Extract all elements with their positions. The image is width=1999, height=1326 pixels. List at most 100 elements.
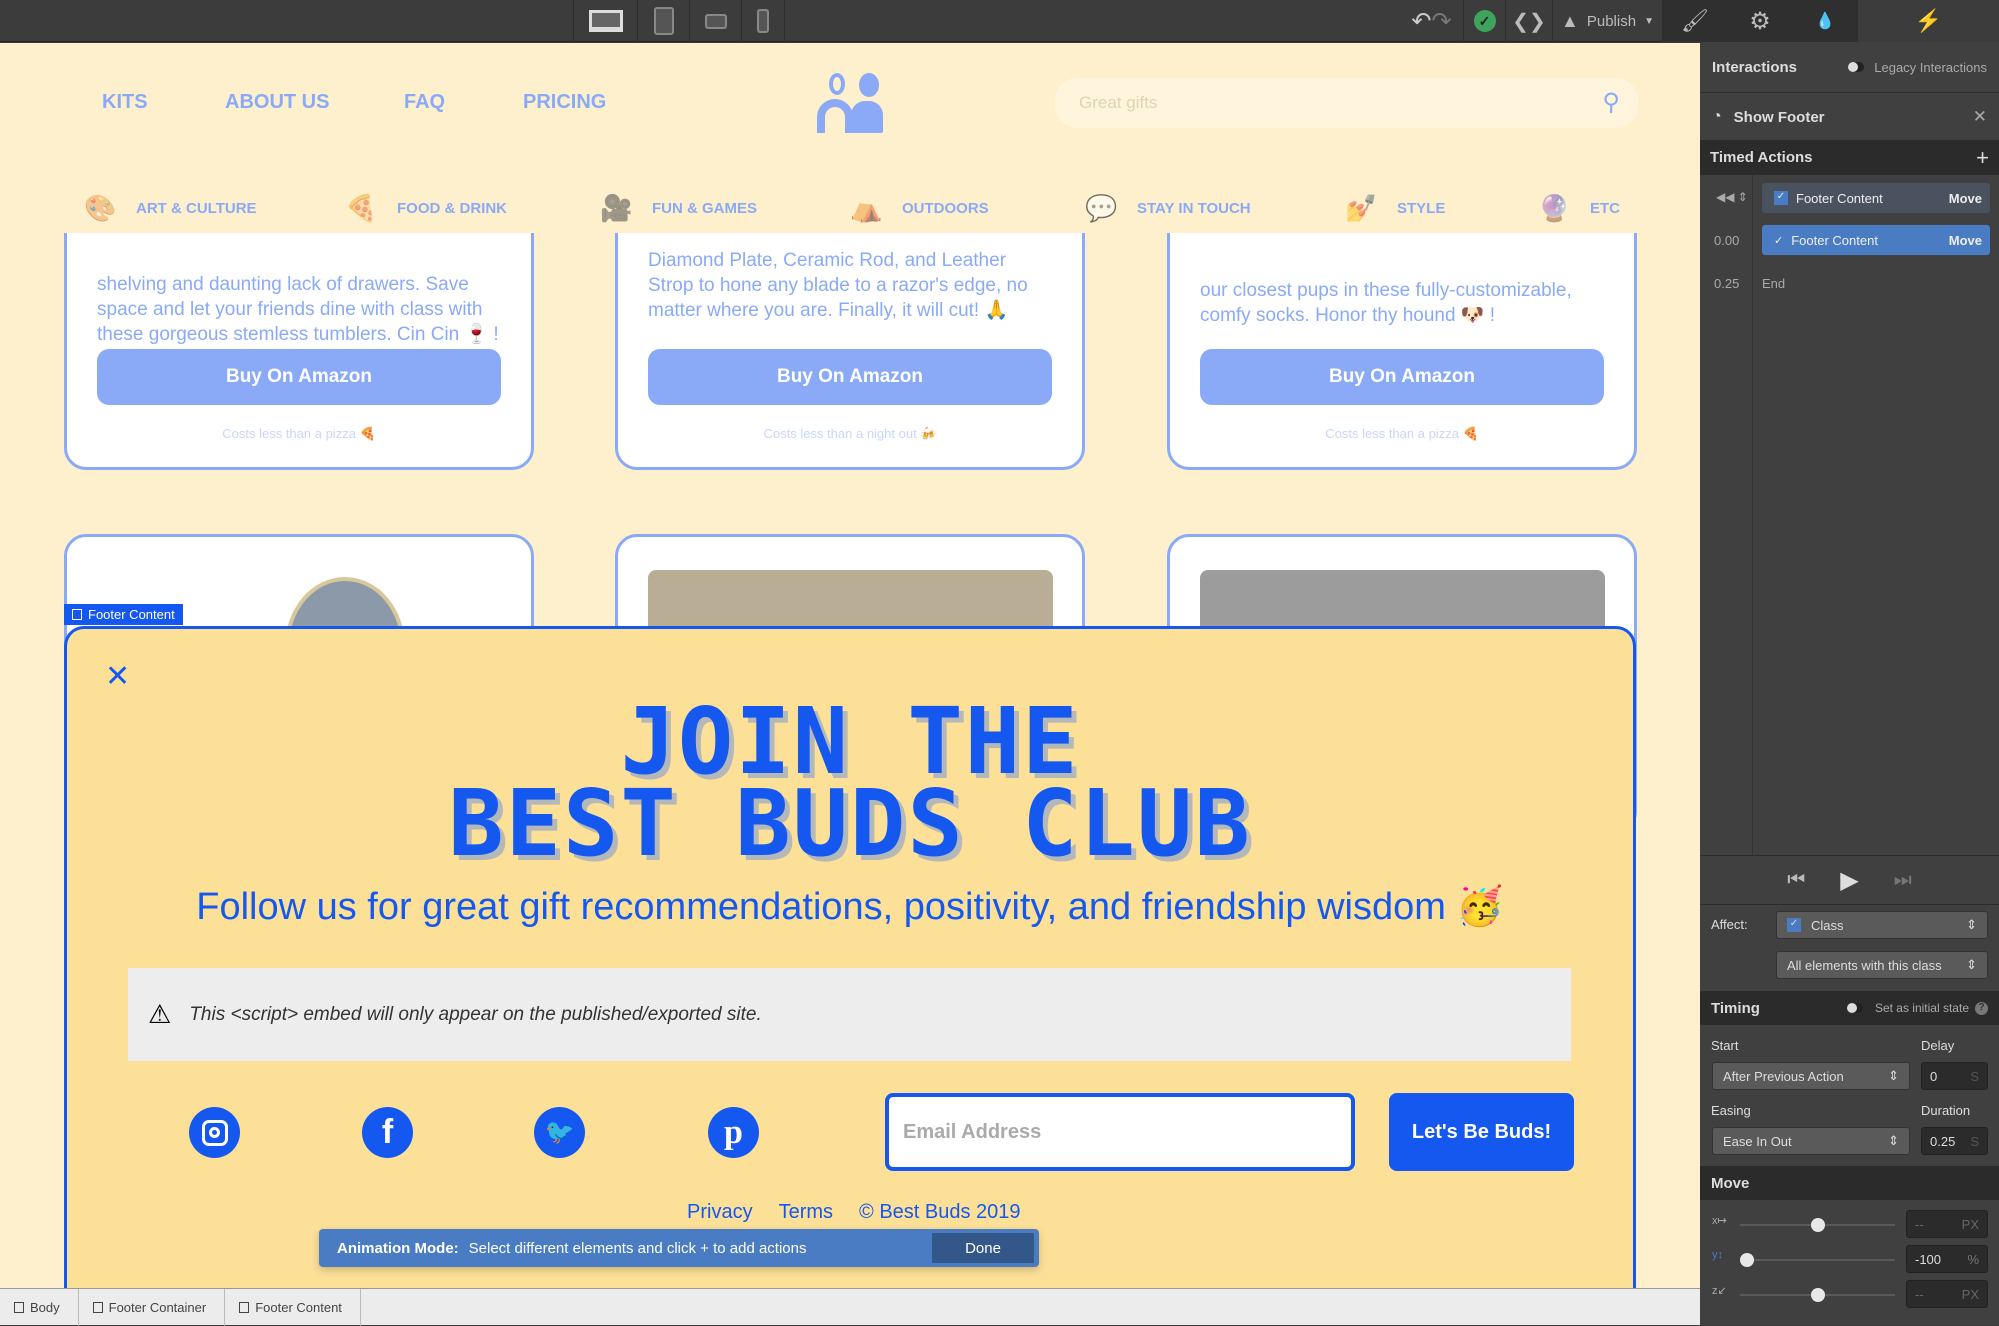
rocket-icon: ▲ — [1561, 10, 1579, 31]
element-box-icon — [239, 1301, 250, 1313]
close-interaction-icon[interactable]: ✕ — [1973, 107, 1987, 127]
interactions-tab[interactable]: ⚡ — [1857, 0, 1999, 42]
mobile-portrait-view-button[interactable] — [741, 0, 785, 42]
legacy-interactions-toggle[interactable] — [1848, 62, 1865, 72]
category-bar: 🎨 ART & CULTURE 🍕 FOOD & DRINK 🎥 FUN & GAME… — [0, 173, 1700, 233]
instagram-icon[interactable] — [189, 1107, 240, 1158]
move-y-input[interactable]: -100% — [1906, 1245, 1988, 1273]
animation-mode-bar: Animation Mode: Select different element… — [319, 1229, 1039, 1267]
breadcrumb-body[interactable]: Body — [0, 1288, 79, 1326]
breadcrumb: Body Footer Container Footer Content — [0, 1288, 1700, 1326]
designer-toolbar: ↶ ↷ ✓ ❮❯ ▲ Publish ▼ 🖌 ⚙ 💧 ⚡ — [0, 0, 1999, 42]
style-tab[interactable]: 🖌 — [1662, 0, 1727, 42]
affect-scope-select[interactable]: All elements with this class ⇕ — [1776, 951, 1988, 979]
lets-be-buds-button[interactable]: Let's Be Buds! — [1389, 1093, 1574, 1171]
nav-kits[interactable]: KITS — [102, 91, 148, 114]
delay-input[interactable]: 0S — [1921, 1062, 1988, 1090]
timed-action-item[interactable]: ✓ Footer Content Move — [1762, 183, 1990, 213]
publish-button[interactable]: ▲ Publish ▼ — [1552, 0, 1662, 42]
email-input[interactable]: Email Address — [885, 1093, 1355, 1171]
add-action-icon[interactable]: + — [1976, 145, 1989, 171]
style-manager-tab[interactable]: 💧 — [1792, 0, 1857, 42]
category-style[interactable]: 💅 STYLE — [1345, 193, 1445, 224]
skip-back-icon[interactable]: ⏮ — [1787, 869, 1805, 892]
help-icon[interactable]: ? — [1975, 1001, 1988, 1015]
lightning-icon: ⚡ — [1914, 8, 1943, 33]
undo-redo-button[interactable]: ↶ ↷ — [1400, 0, 1463, 42]
clock-icon: ◔ — [1712, 108, 1722, 125]
privacy-link[interactable]: Privacy — [687, 1201, 753, 1224]
class-brush-icon: ✓ — [1787, 918, 1801, 932]
play-icon[interactable]: ▶ — [1840, 866, 1858, 895]
category-art-culture[interactable]: 🎨 ART & CULTURE — [84, 193, 257, 224]
desktop-view-button[interactable] — [573, 0, 637, 42]
buy-on-amazon-button[interactable]: Buy On Amazon — [1200, 349, 1604, 405]
duration-input[interactable]: 0.25 S — [1921, 1127, 1988, 1155]
terms-link[interactable]: Terms — [779, 1201, 833, 1224]
done-button[interactable]: Done — [932, 1233, 1034, 1263]
move-y-slider[interactable] — [1740, 1253, 1895, 1267]
move-z-input[interactable]: -- PX — [1906, 1280, 1988, 1308]
nail-polish-icon: 💅 — [1345, 193, 1378, 223]
speech-bubble-icon: 💬 — [1085, 193, 1118, 223]
breadcrumb-footer-content[interactable]: Footer Content — [225, 1288, 361, 1326]
collapse-arrows-icon[interactable]: ◀◀ ⇕ — [1716, 190, 1748, 204]
move-x-input[interactable]: -- PX — [1906, 1210, 1988, 1238]
category-fun-games[interactable]: 🎥 FUN & GAMES — [600, 193, 757, 224]
interactions-panel: Interactions Legacy Interactions ◔ Show … — [1700, 42, 1999, 1325]
category-outdoors[interactable]: ⛺ OUTDOORS — [850, 193, 989, 224]
move-y-icon: y↕ — [1712, 1249, 1723, 1261]
footer-title-line2: BEST BUDS CLUB — [448, 770, 1252, 877]
footer-links: Privacy Terms © Best Buds 2019 — [687, 1201, 1021, 1224]
camera-icon: 🎥 — [600, 193, 633, 223]
class-brush-icon: ✓ — [1774, 191, 1788, 205]
element-box-icon — [92, 1301, 103, 1313]
tablet-view-button[interactable] — [637, 0, 689, 42]
buy-on-amazon-button[interactable]: Buy On Amazon — [648, 349, 1052, 405]
selected-element-label: Footer Content — [64, 604, 183, 625]
copyright-text: © Best Buds 2019 — [859, 1201, 1021, 1223]
easing-select[interactable]: Ease In Out ⇕ — [1712, 1127, 1910, 1155]
footer-content[interactable]: ✕ JOIN THE BEST BUDS CLUB Follow us for … — [64, 626, 1636, 1288]
start-select[interactable]: After Previous Action ⇕ — [1712, 1062, 1910, 1090]
design-canvas[interactable]: KITS ABOUT US FAQ PRICING Great gifts ⚲ 🎨… — [0, 43, 1700, 1288]
close-icon[interactable]: ✕ — [105, 659, 130, 694]
select-arrows-icon: ⇕ — [1888, 1133, 1899, 1148]
category-etc[interactable]: 🔮 ETC — [1538, 193, 1620, 224]
brush-icon: 🖌 — [1681, 8, 1709, 33]
nav-faq[interactable]: FAQ — [404, 91, 445, 114]
twitter-icon[interactable]: 🐦 — [534, 1107, 585, 1158]
crystal-ball-icon: 🔮 — [1538, 193, 1571, 223]
search-icon[interactable]: ⚲ — [1602, 88, 1620, 117]
facebook-icon[interactable]: f — [362, 1107, 413, 1158]
tent-icon: ⛺ — [850, 193, 883, 223]
code-button[interactable]: ❮❯ — [1505, 0, 1552, 42]
affect-select[interactable]: ✓ Class ⇕ — [1776, 911, 1988, 939]
timed-action-item-selected[interactable]: ✓ Footer Content Move — [1762, 225, 1990, 255]
brush-icon: ✓ — [1774, 234, 1784, 247]
nav-about-us[interactable]: ABOUT US — [225, 91, 329, 114]
footer-subtitle: Follow us for great gift recommendations… — [196, 886, 1504, 928]
buy-on-amazon-button[interactable]: Buy On Amazon — [97, 349, 501, 405]
move-x-slider[interactable] — [1740, 1218, 1895, 1232]
settings-tab[interactable]: ⚙ — [1727, 0, 1792, 42]
code-icon: ❮❯ — [1512, 10, 1546, 33]
nav-pricing[interactable]: PRICING — [523, 91, 606, 114]
breadcrumb-footer-container[interactable]: Footer Container — [79, 1288, 226, 1326]
desktop-icon — [588, 10, 623, 32]
category-food-drink[interactable]: 🍕 FOOD & DRINK — [345, 193, 507, 224]
initial-state-toggle[interactable] — [1846, 1003, 1863, 1013]
move-z-slider[interactable] — [1740, 1288, 1895, 1302]
search-input[interactable]: Great gifts ⚲ — [1055, 78, 1638, 128]
chevron-down-icon: ▼ — [1644, 15, 1654, 27]
status-button[interactable]: ✓ — [1463, 0, 1505, 42]
gear-icon: ⚙ — [1749, 7, 1771, 35]
pinterest-icon[interactable]: p — [708, 1107, 759, 1158]
mobile-landscape-icon — [704, 13, 727, 29]
skip-forward-icon[interactable]: ⏭ — [1894, 869, 1912, 892]
move-z-icon: z↙ — [1712, 1285, 1727, 1297]
category-stay-in-touch[interactable]: 💬 STAY IN TOUCH — [1085, 193, 1251, 224]
mobile-landscape-view-button[interactable] — [689, 0, 741, 42]
pizza-icon: 🍕 — [345, 193, 378, 223]
logo[interactable] — [817, 73, 887, 133]
